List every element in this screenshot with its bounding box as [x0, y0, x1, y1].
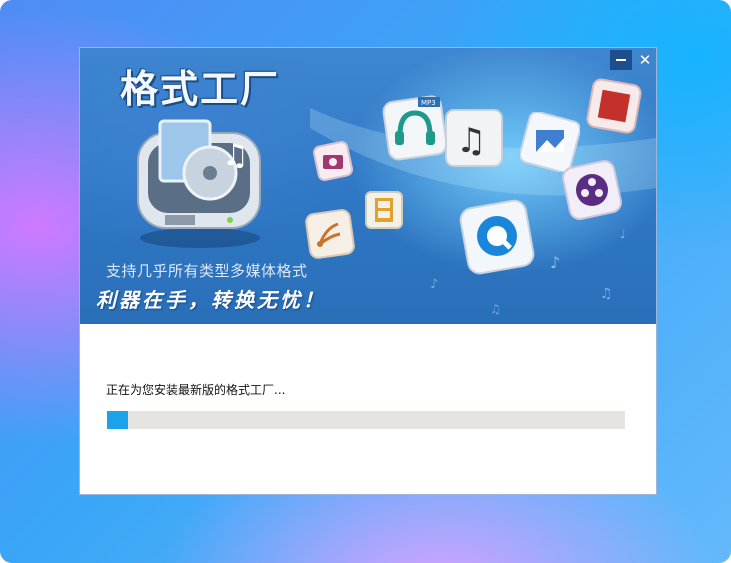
svg-text:MP3: MP3 — [421, 99, 436, 107]
slogan: 利器在手，转换无忧！ — [96, 288, 326, 312]
minimize-button[interactable] — [610, 50, 632, 70]
film-strip-icon — [365, 191, 403, 229]
music-note-icon: ♫ — [445, 109, 503, 167]
audio-wave-icon — [305, 209, 355, 259]
format-factory-app-icon: ♫ — [137, 119, 261, 248]
svg-text:♫: ♫ — [600, 286, 613, 302]
installer-banner: ♪ ♫ ♪ ♩ ♫ ♫ MP3 ♫ 格式工厂 支持几乎所有类型多媒体格式 利器在… — [80, 48, 656, 324]
video-reel-icon — [562, 160, 622, 220]
tagline: 支持几乎所有类型多媒体格式 — [106, 262, 308, 280]
svg-text:♩: ♩ — [620, 227, 626, 241]
svg-text:♫: ♫ — [490, 302, 501, 316]
install-status-text: 正在为您安装最新版的格式工厂... — [106, 383, 286, 397]
window-controls: ✕ — [610, 50, 656, 70]
svg-text:♫: ♫ — [456, 121, 486, 161]
svg-text:♪: ♪ — [550, 253, 560, 272]
install-progress-fill — [107, 411, 128, 429]
svg-text:♫: ♫ — [222, 138, 249, 173]
minimize-icon — [616, 59, 626, 61]
app-logo-text: 格式工厂 — [120, 67, 281, 111]
svg-text:♪: ♪ — [430, 277, 438, 292]
quicktime-icon — [459, 199, 535, 275]
installer-window: ♪ ♫ ♪ ♩ ♫ ♫ MP3 ♫ 格式工厂 支持几乎所有类型多媒体格式 利器在… — [79, 47, 657, 495]
install-progress-bar — [107, 411, 625, 429]
camera-icon — [312, 140, 354, 182]
desktop-background: ♪ ♫ ♪ ♩ ♫ ♫ MP3 ♫ 格式工厂 支持几乎所有类型多媒体格式 利器在… — [0, 0, 731, 563]
close-icon: ✕ — [638, 51, 652, 69]
pdf-icon — [586, 78, 642, 134]
close-button[interactable]: ✕ — [634, 50, 656, 70]
